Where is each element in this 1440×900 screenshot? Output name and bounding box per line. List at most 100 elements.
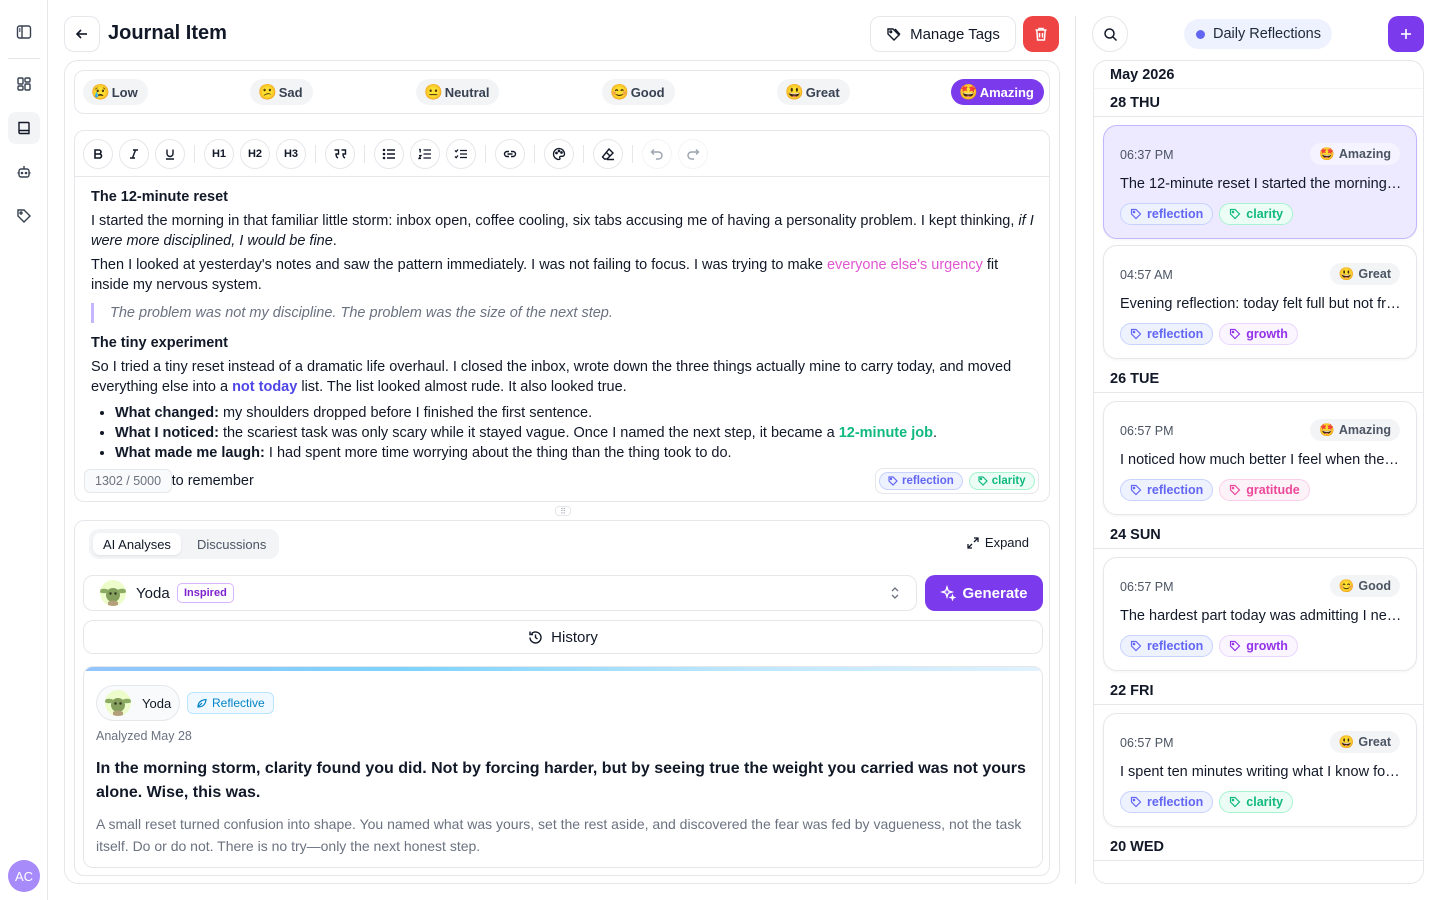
list-item[interactable]: 04:57 AM 😃 Great Evening reflection: toda…: [1103, 245, 1417, 359]
result-persona-chip: Yoda: [96, 685, 180, 721]
tone-badge: Reflective: [187, 692, 274, 714]
palette-icon[interactable]: [544, 139, 574, 169]
mood-badge: 😃 Great: [1329, 731, 1400, 753]
mood-low[interactable]: 😢 Low: [83, 79, 148, 105]
toolbar-divider: [194, 145, 195, 163]
tag-icon: [978, 476, 988, 486]
day-header: 24 SUN: [1094, 521, 1423, 549]
tag-chip[interactable]: reflection: [1120, 203, 1214, 225]
mood-selector: 😢 Low 😕 Sad 😐 Neutral 😊 Good 😃 Great 🤩 Amazing: [74, 70, 1050, 114]
expand-icon: [967, 536, 979, 549]
persona-badge: Inspired: [177, 583, 234, 603]
persona-name: Yoda: [136, 585, 170, 602]
tags-icon: [886, 26, 902, 42]
generate-button[interactable]: Generate: [925, 575, 1043, 611]
italic-icon[interactable]: [119, 139, 149, 169]
tag-chip[interactable]: clarity: [968, 472, 1035, 490]
manage-tags-label: Manage Tags: [910, 25, 1000, 43]
panel-divider: [1075, 16, 1076, 884]
heading1-button[interactable]: H1: [204, 139, 234, 169]
list-item[interactable]: 06:37 PM 🤩 Amazing The 12-minute reset I …: [1103, 125, 1417, 239]
heading3-button[interactable]: H3: [276, 139, 306, 169]
trash-icon: [1033, 26, 1049, 42]
list-item[interactable]: 06:57 PM 😊 Good The hardest part today wa…: [1103, 557, 1417, 671]
analyzed-date: Analyzed May 28: [96, 729, 192, 743]
entry-paragraph: Then I looked at yesterday's notes and s…: [91, 257, 999, 293]
delete-button[interactable]: [1023, 16, 1059, 52]
journal-color-dot: [1196, 29, 1205, 39]
dashboard-icon[interactable]: [8, 68, 40, 100]
mood-badge: 🤩 Amazing: [1310, 419, 1400, 441]
link-icon[interactable]: [495, 139, 525, 169]
quote-icon[interactable]: [325, 139, 355, 169]
mood-good[interactable]: 😊 Good: [602, 79, 675, 105]
toolbar-divider: [485, 145, 486, 163]
bold-icon[interactable]: [83, 139, 113, 169]
toolbar-divider: [632, 145, 633, 163]
mood-badge: 😃 Great: [1329, 263, 1400, 285]
mood-amazing[interactable]: 🤩 Amazing: [951, 79, 1044, 105]
toolbar-divider: [364, 145, 365, 163]
history-button[interactable]: History: [83, 620, 1043, 654]
analysis-panel: AI Analyses Discussions Expand Yoda Insp…: [74, 520, 1050, 876]
search-button[interactable]: [1092, 16, 1128, 52]
nav-rail: AC: [0, 0, 48, 900]
yoda-avatar: [105, 690, 131, 716]
bullet-list-icon[interactable]: [374, 139, 404, 169]
tab-discussions[interactable]: Discussions: [187, 533, 276, 555]
day-header: 28 THU: [1094, 89, 1423, 117]
mood-neutral[interactable]: 😐 Neutral: [416, 79, 500, 105]
toolbar-divider: [534, 145, 535, 163]
tag-chip[interactable]: clarity: [1219, 203, 1294, 225]
mood-sad[interactable]: 😕 Sad: [250, 79, 313, 105]
expand-button[interactable]: Expand: [967, 535, 1029, 550]
entry-paragraph: So I tried a tiny reset instead of a dra…: [91, 359, 1012, 395]
list-item: What made me laugh: I had spent more tim…: [115, 443, 1035, 463]
add-entry-button[interactable]: [1388, 16, 1424, 52]
yoda-avatar: [100, 580, 126, 606]
manage-tags-button[interactable]: Manage Tags: [870, 16, 1016, 52]
checklist-icon[interactable]: [446, 139, 476, 169]
editor-content[interactable]: The 12-minute reset I started the mornin…: [91, 187, 1035, 495]
heading2-button[interactable]: H2: [240, 139, 270, 169]
resize-handle[interactable]: ⠿: [555, 506, 571, 516]
tag-chip[interactable]: gratitude: [1219, 479, 1310, 501]
tag-chip[interactable]: reflection: [1120, 791, 1214, 813]
page-title: Journal Item: [108, 22, 227, 44]
day-header: 26 TUE: [1094, 365, 1423, 393]
back-button[interactable]: [64, 16, 100, 52]
tag-chip[interactable]: reflection: [879, 472, 963, 490]
search-icon: [1103, 27, 1118, 42]
list-item[interactable]: 06:57 PM 🤩 Amazing I noticed how much bet…: [1103, 401, 1417, 515]
tag-chip[interactable]: growth: [1219, 635, 1298, 657]
bot-icon[interactable]: [8, 156, 40, 188]
underline-icon[interactable]: [155, 139, 185, 169]
persona-select[interactable]: Yoda Inspired: [83, 575, 917, 611]
tag-chip[interactable]: reflection: [1120, 635, 1214, 657]
ordered-list-icon[interactable]: [410, 139, 440, 169]
tag-chip[interactable]: growth: [1219, 323, 1298, 345]
tab-ai-analyses[interactable]: AI Analyses: [93, 533, 181, 555]
tag-chip[interactable]: reflection: [1120, 479, 1214, 501]
redo-icon[interactable]: [678, 139, 708, 169]
undo-icon[interactable]: [642, 139, 672, 169]
tag-chip[interactable]: clarity: [1219, 791, 1294, 813]
list-item[interactable]: 06:57 PM 😃 Great I spent ten minutes writ…: [1103, 713, 1417, 827]
mood-great[interactable]: 😃 Great: [777, 79, 850, 105]
tag-chip[interactable]: reflection: [1120, 323, 1214, 345]
journal-selector[interactable]: Daily Reflections: [1184, 19, 1332, 49]
day-header: 20 WED: [1094, 833, 1423, 861]
entry-list[interactable]: May 2026 28 THU 06:37 PM 🤩 Amazing The 12…: [1093, 60, 1424, 884]
sidebar-toggle-icon[interactable]: [8, 16, 40, 48]
list-item: What changed: my shoulders dropped befor…: [115, 403, 1035, 423]
journal-book-icon[interactable]: [8, 112, 40, 144]
journal-card: 😢 Low 😕 Sad 😐 Neutral 😊 Good 😃 Great 🤩 Amazing…: [64, 60, 1060, 884]
analysis-tabs: AI Analyses Discussions: [89, 529, 279, 559]
eraser-icon[interactable]: [593, 139, 623, 169]
avatar[interactable]: AC: [8, 860, 40, 892]
tag-icon[interactable]: [8, 200, 40, 232]
entry-bullet-list: What changed: my shoulders dropped befor…: [115, 403, 1035, 463]
result-accent-bar: [84, 667, 1042, 671]
toolbar-divider: [583, 145, 584, 163]
history-icon: [528, 630, 543, 645]
